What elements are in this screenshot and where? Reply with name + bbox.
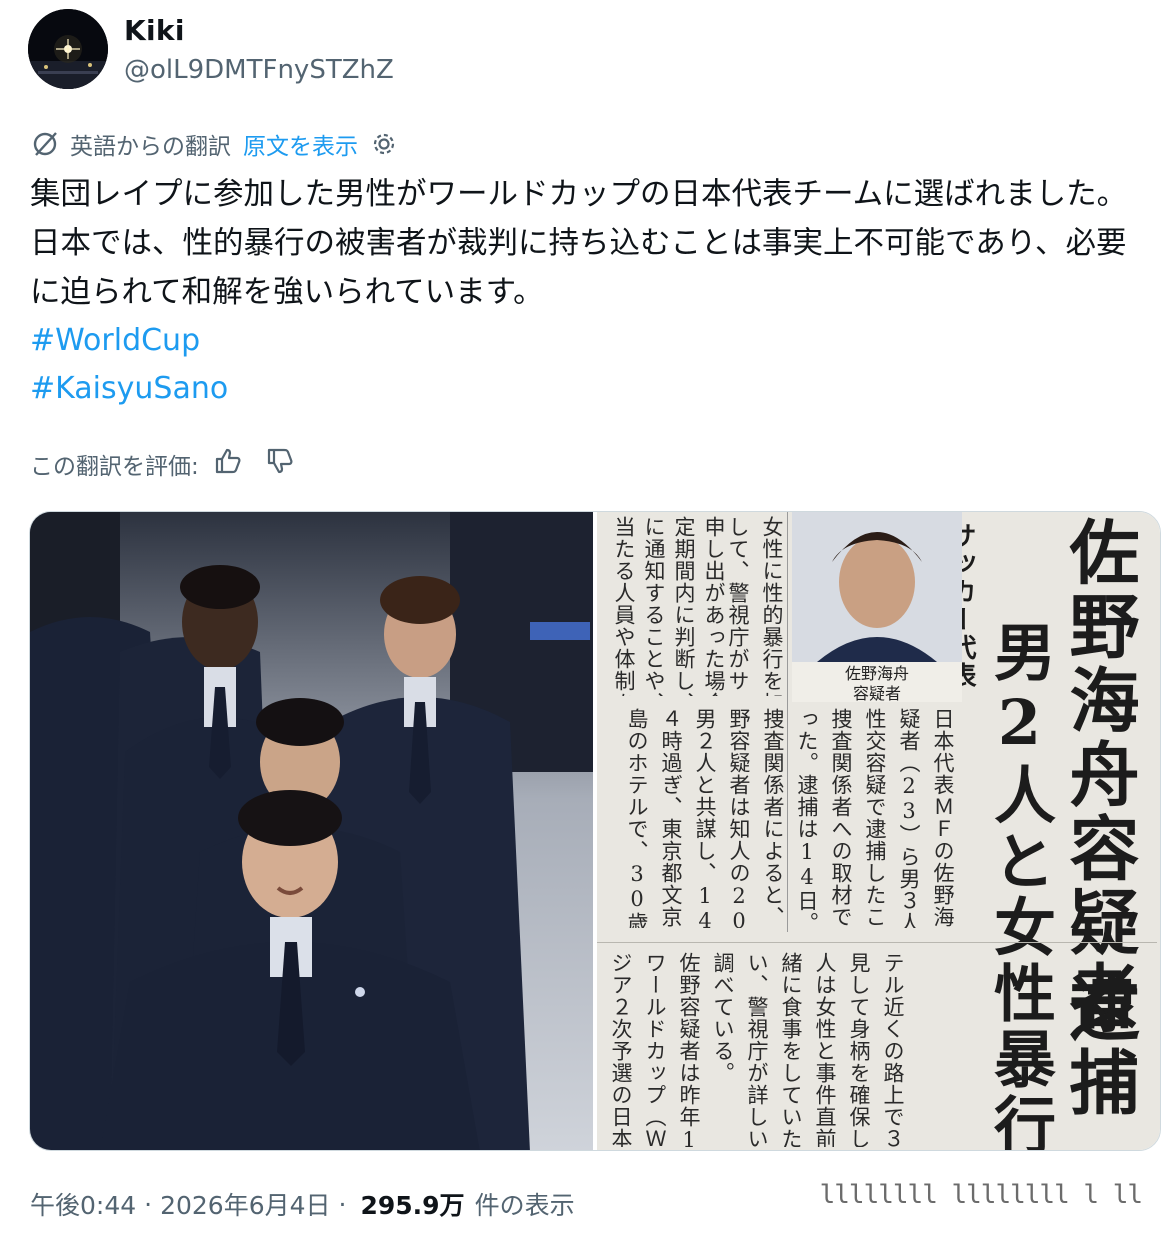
article-column: 緒に食事をしていたとい [779,952,803,1147]
translate-icon [30,129,60,159]
article-column: ジア２次予選の日本代表 [609,952,633,1147]
article-column: 性交容疑で逮捕したことが [863,708,887,928]
article-column: 見して身柄を確保した。３ [847,952,871,1147]
article-column: い、警視庁が詳しい経緯を [745,952,769,1147]
watermark: llllllll llllllll l ll [819,1180,1143,1210]
avatar[interactable] [28,9,108,89]
translation-row: 英語からの翻訳 原文を表示 [30,126,398,162]
show-original-link[interactable]: 原文を表示 [243,127,358,161]
meta-separator: · [144,1189,153,1219]
suspect-photo-frame: 佐野海舟 容疑者 [792,512,962,703]
column-divider [597,942,1157,943]
team-photo-image [30,512,593,1150]
tweet-meta: 午後0:44 · 2026年6月4日 · 295.9万 件の表示 [30,1186,575,1222]
view-count: 295.9万 [360,1191,465,1220]
meta-separator: · [338,1189,347,1219]
article-column: 疑者（23）ら男３人を不同意 [897,708,921,928]
photo-caption-role: 容疑者 [852,684,901,703]
translation-label: 英語からの翻訳 [70,134,231,160]
thumbs-up-icon[interactable] [213,446,243,482]
article-column: 当たる人員や体制を公表 [612,516,636,696]
rate-translation-row: この翻訳を評価: [30,442,295,486]
hashtag-worldcup[interactable]: #WorldCup [30,323,200,358]
avatar-image [28,9,108,89]
article-column: 申し出があった場合、 [702,516,726,696]
tweet-time[interactable]: 午後0:44 [30,1186,136,1222]
suspect-photo [792,512,962,662]
newspaper-headline-arrest: 逮捕 [1058,972,1141,1120]
article-column: ワールドカップ（Ｗ杯） [643,952,667,1147]
article-column: 佐野容疑者は昨年11月、 [677,952,701,1147]
article-column: 人は女性と事件直前まで一 [813,952,837,1147]
article-column: 女性に性的暴行を加えた [760,516,784,696]
article-column: 捜査関係者によると、佐 [761,708,785,928]
article-column: った。逮捕は14日。 [795,708,819,928]
thumbs-down-icon[interactable] [265,446,295,482]
gear-icon[interactable] [370,130,398,158]
article-column: ４時過ぎ、東京都文京区湯 [659,708,683,928]
article-column: テル近くの路上で３人を発 [881,952,905,1147]
column-divider [787,512,788,932]
team-photo[interactable] [30,512,593,1150]
view-count-label: 件の表示 [474,1191,575,1220]
article-column: 捜査関係者への取材でわか [829,708,853,928]
photo-caption-name: 佐野海舟 [844,664,909,683]
article-column: 島のホテルで、30歳代の女 [625,708,649,928]
user-handle[interactable]: @olL9DMTFnySTZhZ [124,55,394,85]
rate-translation-label: この翻訳を評価: [30,454,199,480]
article-column: 野容疑者は知人の20歳代の [727,708,751,928]
hashtag-kaisyusano[interactable]: #KaisyuSano [30,371,228,406]
newspaper-clipping[interactable]: 佐野海舟容疑者 逮捕 男2人と女性暴行か サッカー代表 佐野海舟 容疑者 日本代… [597,512,1160,1150]
tweet-date[interactable]: 2026年6月4日 [160,1186,330,1222]
article-column: 定期間内に判断し、申請 [672,516,696,696]
newspaper-headline: 佐野海舟容疑者 [1058,516,1141,1034]
article-column: 男２人と共謀し、14日午前 [693,708,717,928]
article-column: 調べている。 [711,952,735,1084]
article-column: 日本代表ＭＦの佐野海舟容 [931,708,955,928]
media-container: 佐野海舟容疑者 逮捕 男2人と女性暴行か サッカー代表 佐野海舟 容疑者 日本代… [29,511,1161,1151]
newspaper-subhead: 男2人と女性暴行か [983,620,1056,1150]
tweet-text: 集団レイプに参加した男性がワールドカップの日本代表チームに選ばれました。日本では… [30,177,1128,310]
article-column: に通知することや、対応 [642,516,666,696]
display-name[interactable]: Kiki [124,14,185,47]
